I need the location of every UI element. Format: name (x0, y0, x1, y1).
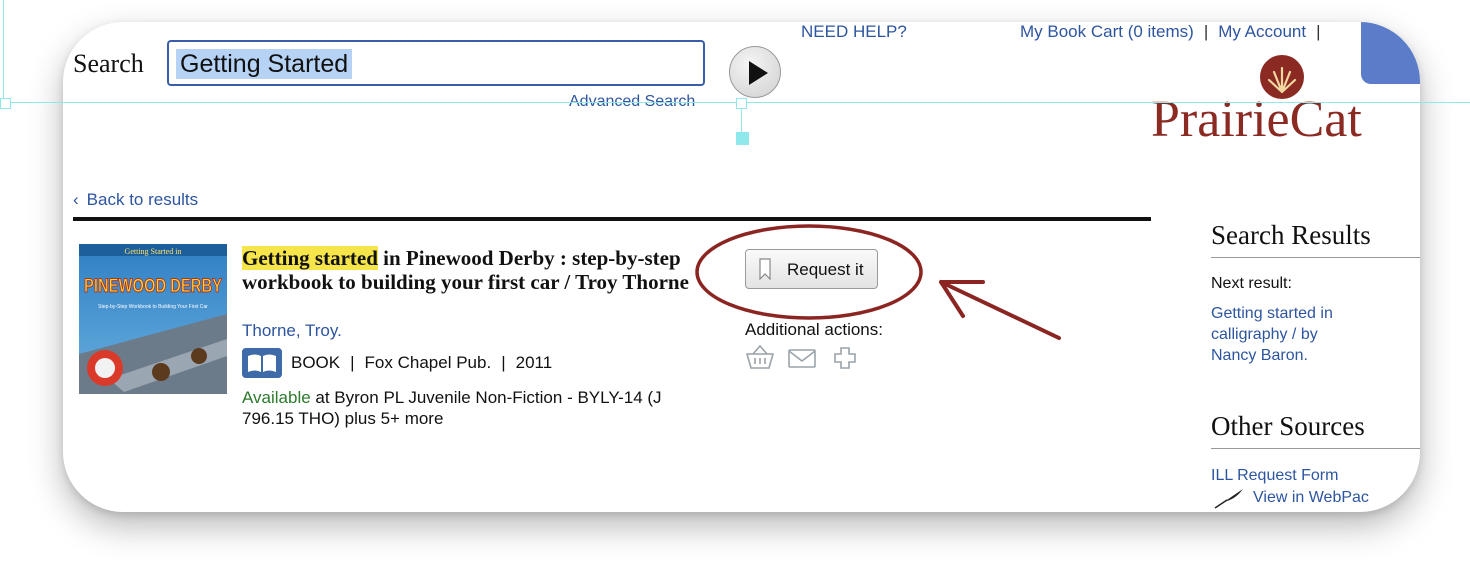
book-cart-link[interactable]: My Book Cart (0 items) (1020, 22, 1194, 41)
need-help-link[interactable]: NEED HELP? (801, 22, 907, 42)
availability-status: Available (242, 388, 311, 407)
guide-handle-left (0, 98, 11, 109)
author-link[interactable]: Thorne, Troy. (242, 321, 342, 341)
prairiecat-logo[interactable]: PrairieCat (1151, 90, 1362, 149)
year: 2011 (515, 353, 553, 372)
format-line: BOOK | Fox Chapel Pub. | 2011 (291, 353, 552, 373)
annotation-circle (695, 224, 923, 320)
separator: | (1316, 22, 1321, 41)
guide-stem (741, 108, 742, 134)
cover-title-main: PINEWOOD DERBY (84, 276, 222, 297)
corner-tab[interactable] (1361, 22, 1420, 84)
availability: Available at Byron PL Juvenile Non-Ficti… (242, 387, 692, 429)
search-results-heading: Search Results (1211, 220, 1371, 250)
separator: | (501, 353, 506, 372)
cover-subtitle: Step-by-Step Workbook to Building Your F… (98, 304, 208, 310)
search-go-button[interactable] (729, 46, 781, 98)
top-links: My Book Cart (0 items) | My Account | (1020, 22, 1331, 42)
email-icon[interactable] (788, 349, 816, 368)
guide-line-vertical (3, 0, 4, 104)
separator: | (350, 353, 355, 372)
quill-icon (1214, 489, 1243, 509)
search-label: Search (73, 49, 144, 78)
cover-title-top: Getting Started in (125, 247, 182, 256)
divider (73, 217, 1151, 221)
separator: | (1203, 22, 1209, 41)
guide-handle-bottom (736, 132, 749, 145)
book-cover-image[interactable]: Getting Started in PINEWOOD DERBY Step-b… (79, 244, 227, 394)
next-result-link[interactable]: Getting started in calligraphy / by Nanc… (1211, 303, 1361, 366)
search-input-text: Getting Started (176, 49, 353, 79)
publisher: Fox Chapel Pub. (364, 353, 492, 372)
additional-actions-label: Additional actions: (745, 320, 883, 339)
additional-actions-icons (745, 344, 856, 369)
plus-icon[interactable] (834, 347, 856, 369)
play-icon (749, 61, 768, 85)
my-account-link[interactable]: My Account (1218, 22, 1306, 41)
back-label: Back to results (86, 190, 199, 209)
screenshot-card: Search Getting Started Advanced Search N… (63, 22, 1420, 512)
format-label: BOOK (291, 353, 341, 372)
chevron-left-icon: ‹ (73, 190, 79, 209)
guide-line-horizontal (0, 102, 1470, 103)
next-result-label: Next result: (1211, 275, 1292, 292)
title-highlight: Getting started (242, 246, 378, 270)
ill-request-link[interactable]: ILL Request Form (1211, 467, 1338, 485)
record-title[interactable]: Getting started in Pinewood Derby : step… (242, 246, 712, 294)
divider (1211, 257, 1420, 258)
basket-icon[interactable] (745, 344, 775, 369)
view-in-webpac-link[interactable]: View in WebPac (1253, 489, 1369, 507)
annotation-arrow (939, 280, 1061, 340)
back-to-results-link[interactable]: ‹ Back to results (73, 190, 198, 210)
other-sources-heading: Other Sources (1211, 411, 1365, 441)
divider (1211, 448, 1420, 449)
book-format-icon (242, 348, 282, 378)
